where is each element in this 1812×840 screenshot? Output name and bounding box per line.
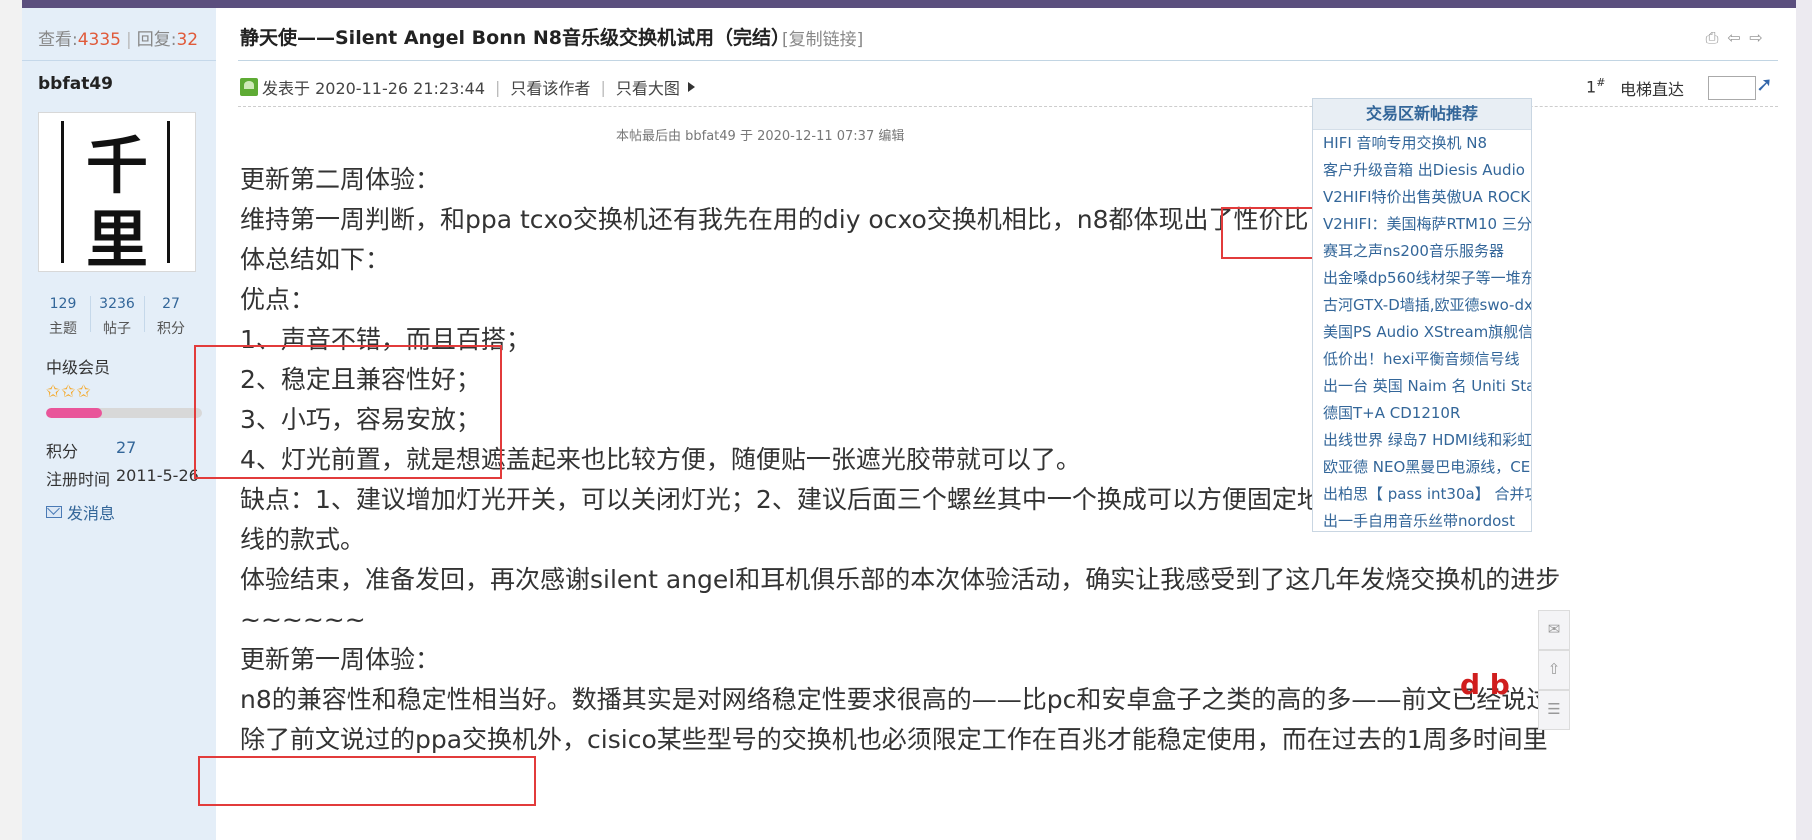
recommend-item[interactable]: 欧亚德 NEO黑曼巴电源线，CEC [1313, 454, 1531, 481]
recommend-item[interactable]: 出一台 英国 Naim 名 Uniti Star [1313, 373, 1531, 400]
chevron-right-icon[interactable] [687, 82, 695, 92]
author-username[interactable]: bbfat49 [38, 74, 113, 94]
register-date: 2011-5-26 [116, 466, 199, 485]
big-image-link[interactable]: 只看大图 [616, 75, 680, 99]
highlight-box [194, 345, 502, 479]
recommend-item[interactable]: 古河GTX-D墙插,欧亚德swo-dx-u [1313, 292, 1531, 319]
post-line: 优点： [240, 285, 316, 314]
recommend-item[interactable]: 德国T+A CD1210R [1313, 400, 1531, 427]
recommend-item[interactable]: 出一手自用音乐丝带nordost [1313, 508, 1531, 535]
post-line: 线的款式。 [240, 525, 366, 554]
comment-icon[interactable]: ✉ [1538, 610, 1570, 650]
points-label: 积分 [46, 442, 79, 461]
avatar-glyph-bottom: 里 [85, 203, 148, 276]
post-meta: 发表于 2020-11-26 21:23:44 | 只看该作者 | 只看大图 [240, 75, 695, 99]
member-level[interactable]: 中级会员 [46, 354, 110, 378]
recommend-item[interactable]: 出柏思【 pass int30a】 合并功 [1313, 481, 1531, 508]
recommend-item[interactable]: 客户升级音箱 出Diesis Audio [1313, 157, 1531, 184]
prev-thread-icon[interactable]: ⇦ [1724, 28, 1744, 48]
title-divider [238, 60, 1778, 61]
avatar[interactable]: 千 里 [38, 112, 196, 276]
back-to-top-icon[interactable]: ⇧ [1538, 650, 1570, 690]
recommend-item[interactable]: 赛耳之声ns200音乐服务器 [1313, 238, 1531, 265]
posts-label: 帖子 [103, 321, 131, 337]
floor-suffix: # [1596, 76, 1606, 89]
post-line: 缺点：1、建议增加灯光开关，可以关闭灯光；2、建议后面三个螺丝其中一个换成可以方… [240, 485, 1322, 514]
goto-floor-icon[interactable]: ➚ [1756, 72, 1773, 96]
edit-note: 本帖最后由 bbfat49 于 2020-12-11 07:37 编辑 [616, 129, 905, 144]
post-line: 更新第二周体验： [240, 165, 441, 194]
posts-count[interactable]: 3236 [92, 296, 142, 312]
recommend-panel: 交易区新帖推荐 HIFI 音响专用交换机 N8 客户升级音箱 出Diesis A… [1312, 98, 1532, 532]
goto-floor-input[interactable] [1708, 76, 1756, 100]
copy-link-button[interactable]: [复制链接] [782, 25, 863, 50]
credits-count[interactable]: 27 [146, 296, 196, 312]
next-thread-icon[interactable]: ⇨ [1746, 28, 1766, 48]
stat-separator [144, 296, 145, 332]
meta-divider [238, 106, 1778, 107]
post-line: 维持第一周判断，和ppa tcxo交换机还有我先在用的diy ocxo交换机相比… [240, 205, 1359, 234]
thread-title: 静天使——Silent Angel Bonn N8音乐级交换机试用（完结） [240, 27, 790, 49]
recommend-item[interactable]: 低价出！hexi平衡音频信号线 [1313, 346, 1531, 373]
recommend-item[interactable]: 美国PS Audio XStream旗舰信号 [1313, 319, 1531, 346]
rank-stars-icon: ✩✩✩ [46, 382, 92, 402]
level-progress-bar [46, 408, 202, 418]
credits-label: 积分 [157, 321, 185, 337]
recommend-title: 交易区新帖推荐 [1313, 99, 1531, 130]
watermark-logo: d b [1460, 668, 1510, 701]
post-line: ~~~~~~ [240, 605, 366, 634]
list-icon[interactable]: ☰ [1538, 690, 1570, 730]
recommend-item[interactable]: 出线世界 绿岛7 HDMI线和彩虹7 [1313, 427, 1531, 454]
views-count: 4335 [77, 30, 121, 50]
left-margin [0, 0, 22, 840]
window-top-border [0, 0, 1812, 8]
highlight-box [198, 756, 536, 806]
recommend-item[interactable]: HIFI 音响专用交换机 N8 [1313, 130, 1531, 157]
stat-separator [90, 296, 91, 332]
post-line: 更新第一周体验： [240, 645, 441, 674]
post-line: n8的兼容性和稳定性相当好。数播其实是对网络稳定性要求很高的——比pc和安卓盒子… [240, 685, 1577, 714]
floor-value: 1 [1586, 77, 1597, 97]
replies-count: 32 [176, 30, 199, 50]
author-only-link[interactable]: 只看该作者 [510, 75, 590, 99]
replies-label: 回复: [136, 30, 177, 50]
online-status-icon [240, 78, 258, 96]
post-line: 除了前文说过的ppa交换机外，cisico某些型号的交换机也必须限定工作在百兆才… [240, 725, 1548, 754]
send-message-link[interactable]: 发消息 [46, 500, 115, 524]
meta-separator: | [495, 77, 501, 97]
post-line: 体验结束，准备发回，再次感谢silent angel和耳机俱乐部的本次体验活动，… [240, 565, 1561, 594]
recommend-item[interactable]: 出金嗓dp560线材架子等一堆东 [1313, 265, 1531, 292]
goto-floor-label: 电梯直达 [1620, 80, 1685, 99]
thread-stats: 查看:4335 | 回复:32 [38, 25, 198, 50]
recommend-item[interactable]: V2HIFI特价出售英傲UA ROCK [1313, 184, 1531, 211]
post-line: 体总结如下： [240, 245, 391, 274]
mail-icon [46, 506, 62, 518]
print-icon[interactable]: ⎙ [1702, 28, 1722, 48]
post-date: 发表于 2020-11-26 21:23:44 [262, 79, 486, 98]
views-label: 查看: [38, 30, 78, 50]
recommend-item[interactable]: V2HIFI：美国梅萨RTM10 三分 [1313, 211, 1531, 238]
right-margin [1796, 0, 1812, 840]
topics-label: 主题 [49, 321, 77, 337]
stats-separator: | [126, 30, 132, 50]
send-message-label: 发消息 [67, 504, 116, 523]
points-value[interactable]: 27 [116, 438, 136, 457]
floor-number: 1# [1586, 76, 1605, 96]
topics-count[interactable]: 129 [38, 296, 88, 312]
level-progress-fill [46, 408, 103, 418]
meta-separator: | [600, 77, 606, 97]
register-label: 注册时间 [46, 470, 111, 489]
author-sidebar: 查看:4335 | 回复:32 bbfat49 千 里 129 主题 3236 帖子… [22, 8, 217, 840]
sidebar-divider [22, 60, 216, 61]
